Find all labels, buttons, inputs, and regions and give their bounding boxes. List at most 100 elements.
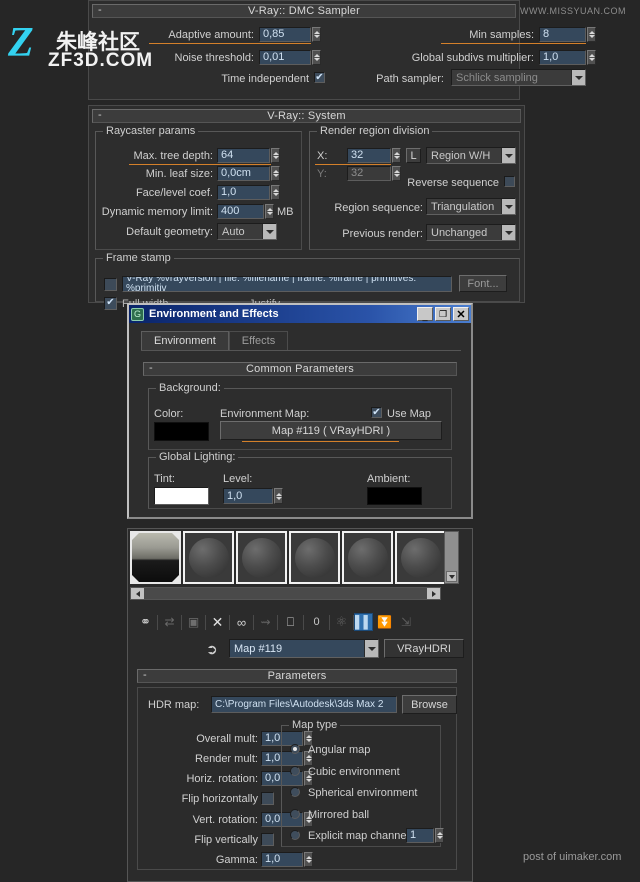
- common-params-collapse-icon[interactable]: -: [149, 362, 153, 374]
- material-slot[interactable]: [342, 531, 393, 584]
- get-material-icon[interactable]: ⚭: [134, 614, 157, 630]
- put-material-to-scene-icon[interactable]: ⇄: [158, 615, 181, 629]
- background-color-swatch[interactable]: [154, 422, 209, 441]
- slots-horizontal-scrollbar[interactable]: [130, 587, 441, 600]
- dmc-collapse-icon[interactable]: -: [98, 4, 102, 16]
- min-samples-field[interactable]: 8: [539, 27, 586, 42]
- dialog-title-bar[interactable]: G Environment and Effects _ ❐ ✕: [129, 305, 471, 323]
- max-tree-depth-field[interactable]: 64: [217, 148, 270, 163]
- material-slot[interactable]: [395, 531, 446, 584]
- put-to-library-icon[interactable]: ⎕: [278, 615, 303, 630]
- material-type-button[interactable]: VRayHDRI: [384, 639, 464, 658]
- hdr-map-field[interactable]: C:\Program Files\Autodesk\3ds Max 2: [211, 696, 397, 713]
- face-level-coef-spinner[interactable]: [271, 185, 280, 200]
- common-parameters-header[interactable]: - Common Parameters: [143, 362, 457, 376]
- region-lock-button[interactable]: L: [406, 148, 421, 163]
- dynamic-memory-limit-field[interactable]: 400: [217, 204, 264, 219]
- system-title: V-Ray:: System: [267, 110, 346, 122]
- adaptive-amount-spinner[interactable]: [312, 27, 321, 42]
- frame-stamp-text-field[interactable]: V-Ray %vrayversion | file: %filename | f…: [122, 276, 452, 292]
- show-end-result-icon[interactable]: ▌▌: [354, 613, 373, 631]
- radio-mirrored-ball[interactable]: [290, 809, 300, 819]
- material-effects-channel-icon[interactable]: 0: [304, 616, 329, 628]
- noise-threshold-field[interactable]: 0,01: [259, 50, 311, 65]
- gamma-field[interactable]: 1,0: [261, 852, 303, 867]
- full-width-checkbox[interactable]: ✔: [104, 297, 117, 310]
- go-to-parent-icon[interactable]: ⏬: [373, 615, 396, 629]
- previous-render-combo[interactable]: Unchanged: [426, 224, 516, 241]
- system-header[interactable]: - V-Ray:: System: [92, 109, 521, 123]
- time-independent-checkbox[interactable]: ✔: [314, 72, 325, 83]
- region-sequence-combo[interactable]: Triangulation: [426, 198, 516, 215]
- region-mode-combo[interactable]: Region W/H: [426, 147, 516, 164]
- min-samples-spinner[interactable]: [587, 27, 596, 42]
- parameters-rollout-header[interactable]: - Parameters: [137, 669, 457, 683]
- max-tree-depth-spinner[interactable]: [271, 148, 280, 163]
- assign-material-to-selection-icon[interactable]: ▣: [182, 615, 205, 629]
- environment-map-underline: [242, 441, 399, 442]
- explicit-map-channel-field[interactable]: 1: [406, 828, 434, 843]
- global-subdivs-field[interactable]: 1,0: [539, 50, 586, 65]
- make-material-copy-icon[interactable]: ∞: [230, 615, 253, 630]
- default-geometry-combo[interactable]: Auto: [217, 223, 277, 240]
- chevron-down-icon[interactable]: [501, 225, 515, 240]
- tint-color-swatch[interactable]: [154, 487, 209, 505]
- noise-threshold-spinner[interactable]: [312, 50, 321, 65]
- go-forward-to-sibling-icon[interactable]: ⇲: [396, 615, 416, 629]
- region-x-spinner[interactable]: [392, 148, 401, 163]
- chevron-down-icon[interactable]: [501, 148, 515, 163]
- min-leaf-size-spinner[interactable]: [271, 166, 280, 181]
- browse-button[interactable]: Browse: [402, 695, 457, 714]
- gamma-spinner[interactable]: [304, 852, 313, 867]
- chevron-down-icon[interactable]: [501, 199, 515, 214]
- dynamic-memory-limit-spinner[interactable]: [265, 204, 274, 219]
- face-level-coef-field[interactable]: 1,0: [217, 185, 270, 200]
- scroll-thumb[interactable]: [144, 588, 427, 599]
- flip-horizontally-checkbox[interactable]: [261, 792, 274, 805]
- radio-explicit-map-channel[interactable]: [290, 830, 300, 840]
- minimize-button[interactable]: _: [417, 307, 433, 321]
- min-leaf-size-field[interactable]: 0,0cm: [217, 166, 270, 181]
- radio-spherical-environment[interactable]: [290, 787, 300, 797]
- system-collapse-icon[interactable]: -: [98, 109, 102, 121]
- scroll-right-arrow-icon[interactable]: [427, 588, 440, 599]
- material-slot[interactable]: [289, 531, 340, 584]
- tab-effects[interactable]: Effects: [228, 331, 289, 350]
- adaptive-amount-field[interactable]: 0,85: [259, 27, 311, 42]
- chevron-down-icon[interactable]: [262, 224, 276, 239]
- reset-map-icon[interactable]: ✕: [206, 614, 229, 631]
- material-slot[interactable]: [236, 531, 287, 584]
- chevron-down-icon[interactable]: [364, 640, 378, 657]
- radio-angular-map[interactable]: [290, 744, 300, 754]
- level-spinner[interactable]: [274, 488, 283, 504]
- eyedropper-icon[interactable]: ➲: [206, 641, 218, 658]
- dmc-sampler-header[interactable]: - V-Ray:: DMC Sampler: [92, 4, 516, 18]
- frame-stamp-font-button[interactable]: Font...: [459, 275, 507, 292]
- level-field[interactable]: 1,0: [223, 488, 273, 504]
- scroll-down-arrow-icon[interactable]: [446, 571, 457, 582]
- show-map-in-viewport-icon[interactable]: ⚛: [330, 614, 353, 630]
- environment-map-button[interactable]: Map #119 ( VRayHDRI ): [220, 421, 442, 440]
- path-sampler-combo[interactable]: Schlick sampling: [451, 69, 586, 86]
- maximize-button[interactable]: ❐: [435, 307, 451, 321]
- make-unique-icon[interactable]: ⇝: [254, 615, 277, 629]
- close-button[interactable]: ✕: [453, 307, 469, 321]
- material-slot[interactable]: [183, 531, 234, 584]
- ambient-color-swatch[interactable]: [367, 487, 422, 505]
- frame-stamp-checkbox[interactable]: [104, 278, 117, 291]
- radio-cubic-environment[interactable]: [290, 766, 300, 776]
- parameters-collapse-icon[interactable]: -: [143, 669, 147, 681]
- material-slot[interactable]: [130, 531, 181, 584]
- slots-vertical-scrollbar[interactable]: [444, 531, 459, 584]
- scroll-left-arrow-icon[interactable]: [131, 588, 144, 599]
- explicit-map-channel-spinner[interactable]: [435, 828, 444, 843]
- reverse-sequence-checkbox[interactable]: [504, 176, 515, 187]
- tab-environment[interactable]: Environment: [141, 331, 229, 350]
- material-name-combo[interactable]: Map #119: [229, 639, 379, 658]
- region-x-field[interactable]: 32: [347, 148, 391, 163]
- flip-vertically-checkbox[interactable]: [261, 833, 274, 846]
- chevron-down-icon[interactable]: [571, 70, 585, 85]
- use-map-checkbox[interactable]: ✔: [371, 407, 382, 418]
- face-level-coef-label: Face/level coef.: [135, 187, 213, 199]
- global-subdivs-spinner[interactable]: [587, 50, 596, 65]
